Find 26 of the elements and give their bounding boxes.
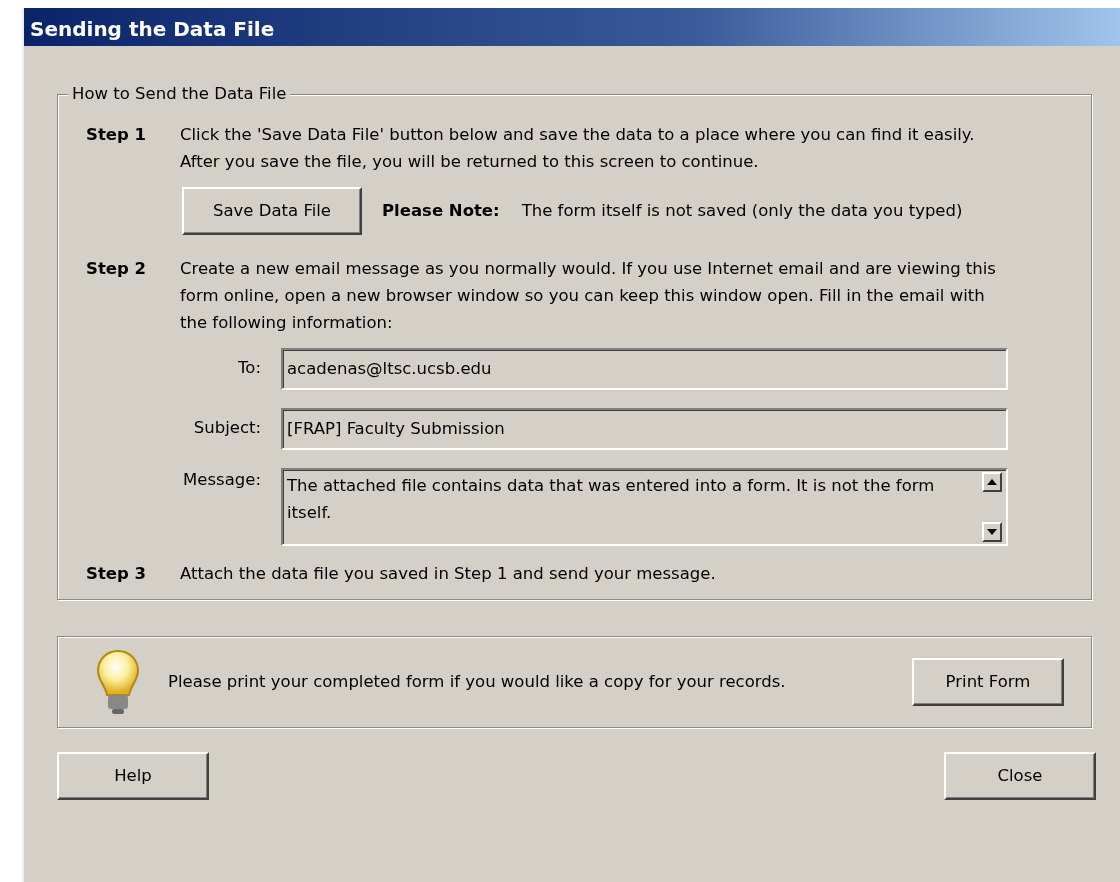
- field-label: Subject:: [192, 417, 262, 439]
- step-text: Create a new email message as you normally would. If you use Internet email and are viewing this form online, open a new browser window so you can keep this window open. Fill in the email with the following information:: [180, 258, 997, 334]
- field-label: Message:: [182, 469, 262, 491]
- dialog-button[interactable]: Help: [57, 752, 209, 800]
- message-text: The attached file contains data that was entered into a form. It is not the form itself.: [287, 475, 936, 524]
- input-field[interactable]: [FRAP] Faculty Submission: [281, 408, 1008, 450]
- step-text: Click the 'Save Data File' button below and save the data to a place where you can find it easily. After you save the file, you will be returned to this screen to continue.: [180, 124, 976, 173]
- note-label: Please Note:: [382, 199, 500, 222]
- input-field[interactable]: acadenas@ltsc.ucsb.edu: [281, 348, 1008, 390]
- scroll-up-button[interactable]: [982, 472, 1002, 492]
- field-label: To:: [237, 357, 262, 379]
- tip-text: Please print your completed form if you would like a copy for your records.: [168, 670, 786, 693]
- step-label: Step 1: [86, 124, 147, 146]
- step-label: Step 3: [86, 563, 147, 585]
- step-label: Step 2: [86, 258, 147, 280]
- note-text: The form itself is not saved (only the data you typed): [521, 199, 963, 222]
- message-field[interactable]: The attached file contains data that was entered into a form. It is not the form itself.: [281, 468, 1008, 546]
- print-form-button[interactable]: Print Form: [912, 658, 1064, 706]
- down-arrow-icon: [987, 529, 997, 535]
- dialog-button[interactable]: Close: [944, 752, 1096, 800]
- up-arrow-icon: [987, 479, 997, 485]
- save-data-file-button[interactable]: Save Data File: [182, 187, 362, 235]
- scroll-down-button[interactable]: [982, 522, 1002, 542]
- window-title: Sending the Data File: [24, 8, 1120, 46]
- lightbulb-icon: [96, 649, 140, 715]
- step-text: Attach the data file you saved in Step 1 and send your message.: [180, 563, 717, 585]
